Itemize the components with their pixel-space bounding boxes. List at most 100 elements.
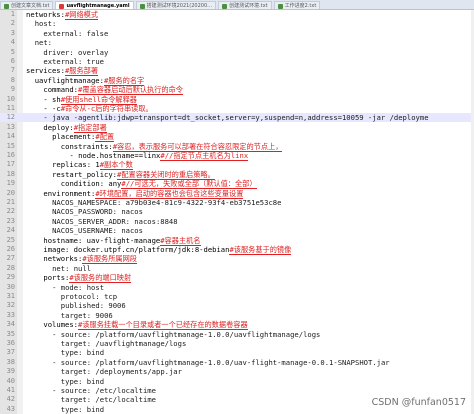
code-text: net: null xyxy=(52,263,92,273)
code-text: type: bind xyxy=(60,404,105,414)
code-text: - node.hostname==linx#//指定节点主机名为linx xyxy=(69,151,249,161)
code-text: net: xyxy=(34,38,52,48)
line-number: 39 xyxy=(6,367,15,376)
line-number: 3 xyxy=(10,28,15,37)
code-text: NACOS_USERNAME: nacos xyxy=(52,226,143,236)
line-number: 9 xyxy=(10,85,15,94)
tab-0[interactable]: 创建文章文档.txt xyxy=(0,1,54,9)
code-line: 22 NACOS_PASSWORD: nacos xyxy=(0,207,474,216)
code-line: 14 placement:#配置 xyxy=(0,132,474,143)
tab-label: 创建文章文档.txt xyxy=(11,3,50,9)
code-line: 12 - java -agentlib:jdwp=transport=dt_soc… xyxy=(0,113,474,123)
code-line: 20 environment:#环境配置，启动的容器也会包含这些变量设置 xyxy=(0,188,474,199)
code-editor[interactable]: 1 networks:#网络模式 2 host: 3 external: false 4 ne… xyxy=(0,10,474,414)
code-text: placement:#配置 xyxy=(52,132,115,143)
line-number: 21 xyxy=(6,198,15,206)
code-line: 28 net: null xyxy=(0,264,474,273)
code-line: 24 NACOS_USERNAME: nacos xyxy=(0,226,474,235)
code-line: 3 external: false xyxy=(0,29,474,38)
code-line: 19 condition: any#//可选无，失败或全部（默认值：全部） xyxy=(0,179,474,190)
code-line: 39 target: /deployments/app.jar xyxy=(0,367,474,376)
code-line: 7 services:#服务部署 xyxy=(0,66,474,77)
code-text: - source: /platform/uavflightmanage-1.0.… xyxy=(52,357,390,367)
line-number: 25 xyxy=(6,235,15,244)
code-text: type: bind xyxy=(60,376,105,386)
code-text: constraints:#容忍，表示服务可以部署在符合容忍限定的节点上， xyxy=(60,141,283,152)
line-number: 37 xyxy=(6,348,15,357)
code-text: services:#服务部署 xyxy=(26,66,99,77)
code-line: 4 net: xyxy=(0,38,474,47)
code-text: ports:#该服务的端口映射 xyxy=(43,273,132,284)
code-text: uavflightmanage:#服务的名字 xyxy=(34,75,145,86)
file-icon xyxy=(4,3,9,9)
line-number: 42 xyxy=(6,395,15,404)
code-text: networks:#网络模式 xyxy=(26,10,99,20)
line-number: 31 xyxy=(6,292,15,300)
code-line: 36 target: /uavflightmanage/logs xyxy=(0,339,474,348)
code-line: 17 replicas: 1#副本个数 xyxy=(0,160,474,171)
line-number: 17 xyxy=(6,160,15,169)
code-line: 37 type: bind xyxy=(0,348,474,357)
line-number: 19 xyxy=(6,179,15,188)
line-number: 35 xyxy=(6,329,15,338)
line-number: 28 xyxy=(6,263,15,272)
line-number: 34 xyxy=(6,320,15,329)
code-text: image: docker.utpf.cn/platform/jdk:8-deb… xyxy=(43,245,292,255)
code-text: NACOS_SERVER_ADDR: nacos:8848 xyxy=(52,216,178,226)
tab-2[interactable]: 搭建测试环境2021(20200… xyxy=(135,1,217,9)
code-line: 32 published: 9006 xyxy=(0,301,474,310)
code-line: 31 protocol: tcp xyxy=(0,292,474,301)
file-icon xyxy=(222,3,228,9)
line-number: 38 xyxy=(6,357,15,366)
line-number: 36 xyxy=(6,339,15,347)
tab-bar: 创建文章文档.txt uavflightmanage.yaml 搭建测试环境2021… xyxy=(0,0,474,10)
line-number: 7 xyxy=(10,66,15,75)
code-text: target: 9006 xyxy=(60,310,113,320)
code-line: 23 NACOS_SERVER_ADDR: nacos:8848 xyxy=(0,217,474,226)
code-text: command:#覆盖容器启动后默认执行的命令 xyxy=(43,85,183,96)
code-line: 1 networks:#网络模式 xyxy=(0,10,474,20)
code-line: 2 host: xyxy=(0,19,474,28)
line-number: 23 xyxy=(6,216,15,225)
code-line: 40 type: bind xyxy=(0,377,474,386)
code-text: restart_policy:#配置容器关闭时的重启策略。 xyxy=(52,169,215,180)
line-number: 26 xyxy=(6,245,15,253)
line-number: 27 xyxy=(6,254,15,263)
code-line: 18 restart_policy:#配置容器关闭时的重启策略。 xyxy=(0,169,474,180)
code-line: 30 - mode: host xyxy=(0,283,474,292)
line-number: 40 xyxy=(6,376,15,385)
code-line: 15 constraints:#容忍，表示服务可以部署在符合容忍限定的节点上， xyxy=(0,141,474,152)
code-line: 16 - node.hostname==linx#//指定节点主机名为linx xyxy=(0,151,474,161)
line-number: 18 xyxy=(6,169,15,178)
code-text: - source: /platform/uavflightmanage-1.0.… xyxy=(52,329,321,339)
code-text: target: /etc/localtime xyxy=(60,395,156,405)
code-line: 10 - sh#使用shell命令解释器 xyxy=(0,94,474,105)
tab-1[interactable]: uavflightmanage.yaml xyxy=(55,1,134,9)
tab-label: uavflightmanage.yaml xyxy=(66,3,130,9)
code-text: - java -agentlib:jdwp=transport=dt_socke… xyxy=(43,113,429,123)
tab-4[interactable]: 工作进度2.txt xyxy=(273,1,321,9)
code-text: hostname: uav-flight-manage#容器主机名 xyxy=(43,235,201,246)
code-line: 9 command:#覆盖容器启动后默认执行的命令 xyxy=(0,85,474,96)
file-icon xyxy=(59,3,65,9)
code-line: 41 - source: /etc/localtime xyxy=(0,386,474,395)
file-icon xyxy=(277,3,283,9)
code-text: replicas: 1#副本个数 xyxy=(52,160,133,171)
line-number: 5 xyxy=(10,47,15,56)
code-line: 8 uavflightmanage:#服务的名字 xyxy=(0,75,474,86)
line-number: 16 xyxy=(6,151,15,159)
code-line: 38 - source: /platform/uavflightmanage-1.… xyxy=(0,358,474,367)
tab-3[interactable]: 创建测试环境.txt xyxy=(218,1,272,9)
line-number: 13 xyxy=(6,122,15,131)
code-text: external: true xyxy=(43,57,104,66)
code-text: volumes:#该服务挂载一个目录或者一个已经存在的数据卷容器 xyxy=(43,320,248,331)
tab-label: 搭建测试环境2021(20200… xyxy=(146,3,213,9)
watermark: CSDN @funfan0517 xyxy=(371,397,466,408)
line-number: 32 xyxy=(6,301,15,310)
code-line: 5 driver: overlay xyxy=(0,48,474,57)
code-line: 35 - source: /platform/uavflightmanage-1.… xyxy=(0,330,474,339)
line-number: 30 xyxy=(6,282,15,291)
code-text: NACOS_NAMESPACE: a79b03e4-81c9-4322-93f4… xyxy=(52,198,282,207)
code-text: - -c#命令从-c后的字符串读取。 xyxy=(43,104,153,114)
code-text: environment:#环境配置，启动的容器也会包含这些变量设置 xyxy=(43,188,244,199)
